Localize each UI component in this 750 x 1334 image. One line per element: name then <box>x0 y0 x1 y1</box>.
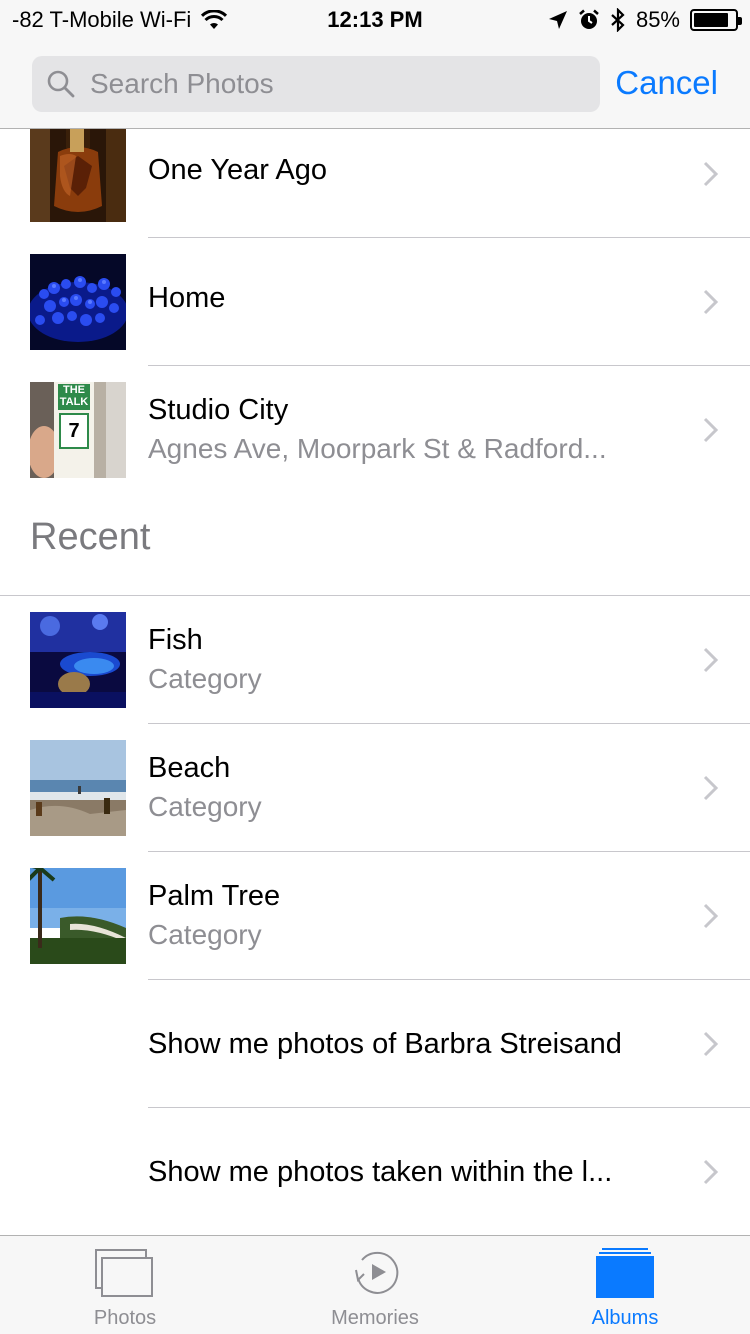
search-input[interactable] <box>90 68 570 100</box>
row-text: Studio City Agnes Ave, Moorpark St & Rad… <box>148 394 660 465</box>
status-right: 85% <box>548 7 742 33</box>
row-text: Palm Tree Category <box>148 880 660 951</box>
thumbnail-palm-coast <box>30 868 126 964</box>
tab-label: Photos <box>93 1307 157 1329</box>
row-title: Studio City <box>148 394 289 426</box>
chevron-right-icon <box>703 289 719 315</box>
thumbnail-fish-tank <box>30 612 126 708</box>
row-subtitle: Agnes Ave, Moorpark St & Radford... <box>148 433 607 464</box>
chevron-right-icon <box>703 775 719 801</box>
thumbnail-blue-coral <box>30 254 126 350</box>
row-text: One Year Ago <box>148 154 660 187</box>
battery-fill <box>694 13 728 27</box>
row-text: Show me photos of Barbra Streisand <box>148 1028 660 1061</box>
tab-photos[interactable]: Photos <box>0 1236 250 1334</box>
row-text: Home <box>148 282 660 315</box>
battery-percent: 85% <box>635 7 680 32</box>
suggestion-row-barbra-streisand[interactable]: Show me photos of Barbra Streisand <box>0 980 750 1108</box>
row-text: Fish Category <box>148 624 660 695</box>
tab-label: Albums <box>591 1307 659 1329</box>
search-results-list: One Year Ago Home THE TALK 7 Studio City… <box>0 129 750 1235</box>
section-header-recent: Recent <box>0 486 750 596</box>
status-bar: -82 T-Mobile Wi-Fi 12:13 PM 85% <box>0 0 750 40</box>
albums-icon <box>596 1248 654 1298</box>
chevron-right-icon <box>703 161 719 187</box>
row-title: Palm Tree <box>148 880 281 912</box>
row-subtitle: Category <box>148 791 262 822</box>
cancel-button[interactable]: Cancel <box>615 64 718 102</box>
thumbnail-the-talk-ticket: THE TALK 7 <box>30 382 126 478</box>
row-title: Fish <box>148 624 203 656</box>
battery-icon <box>690 9 742 31</box>
thumbnail-cognac-bottle <box>30 129 126 222</box>
chevron-right-icon <box>703 417 719 443</box>
battery-tip <box>738 17 742 25</box>
search-header: Cancel <box>0 40 750 129</box>
tab-bar: Photos Memories Albums <box>0 1235 750 1334</box>
ticket-line1: THE <box>63 384 85 396</box>
row-subtitle: Category <box>148 919 262 950</box>
chevron-right-icon <box>703 903 719 929</box>
row-title: Show me photos taken within the l... <box>148 1156 613 1188</box>
row-title: Beach <box>148 752 231 784</box>
bluetooth-icon <box>611 8 625 32</box>
recent-row-palm-tree[interactable]: Palm Tree Category <box>0 852 750 980</box>
location-arrow-icon <box>548 11 567 29</box>
row-text: Show me photos taken within the l... <box>148 1156 660 1189</box>
recent-row-fish[interactable]: Fish Category <box>0 596 750 724</box>
tab-memories[interactable]: Memories <box>250 1236 500 1334</box>
result-row-one-year-ago[interactable]: One Year Ago <box>0 129 750 238</box>
search-box[interactable] <box>32 56 600 112</box>
thumbnail-beach <box>30 740 126 836</box>
alarm-icon <box>579 9 599 29</box>
photos-icon <box>95 1249 153 1297</box>
result-row-studio-city[interactable]: THE TALK 7 Studio City Agnes Ave, Moorpa… <box>0 366 750 494</box>
tab-albums[interactable]: Albums <box>500 1236 750 1334</box>
suggestion-row-photos-taken-within[interactable]: Show me photos taken within the l... <box>0 1108 750 1235</box>
row-subtitle: Category <box>148 663 262 694</box>
row-title: Home <box>148 282 226 314</box>
section-header-label: Recent <box>30 516 151 558</box>
search-icon <box>47 70 75 98</box>
row-title: Show me photos of Barbra Streisand <box>148 1028 622 1060</box>
recent-row-beach[interactable]: Beach Category <box>0 724 750 852</box>
chevron-right-icon <box>703 647 719 673</box>
chevron-right-icon <box>703 1031 719 1057</box>
row-text: Beach Category <box>148 752 660 823</box>
ticket-line2: TALK <box>59 396 89 408</box>
result-row-home[interactable]: Home <box>0 238 750 366</box>
tab-label: Memories <box>331 1307 419 1329</box>
ticket-number: 7 <box>68 420 80 442</box>
chevron-right-icon <box>703 1159 719 1185</box>
row-title: One Year Ago <box>148 154 327 186</box>
memories-icon <box>355 1251 399 1294</box>
